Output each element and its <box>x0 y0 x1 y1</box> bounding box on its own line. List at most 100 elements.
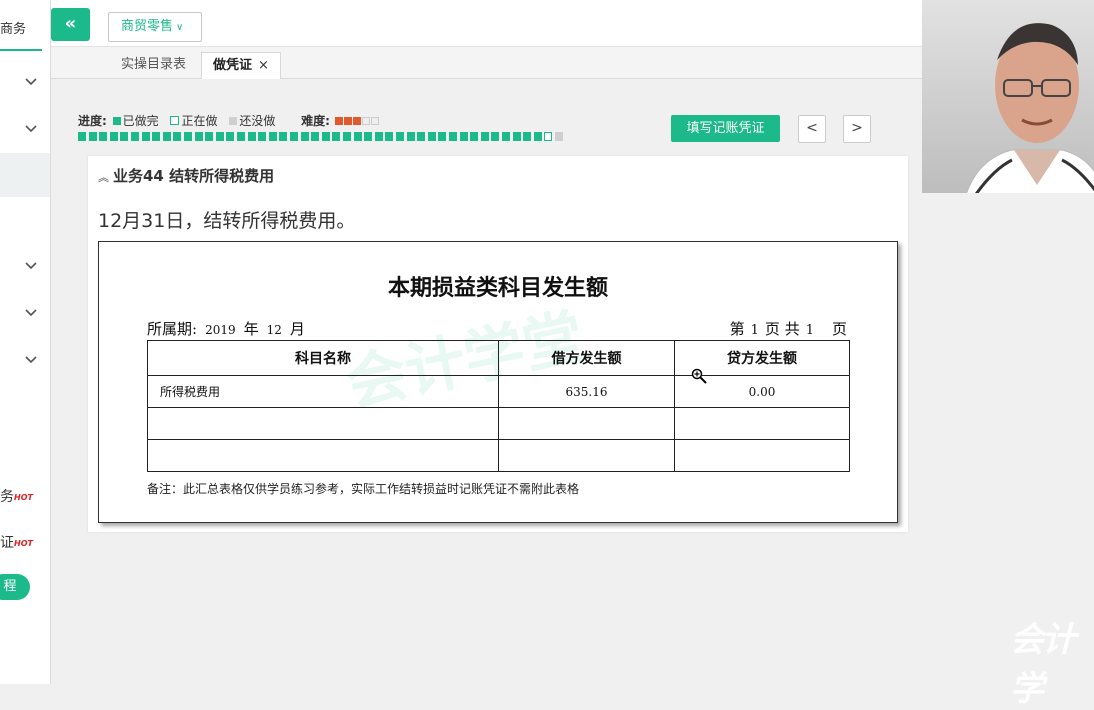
progress-cell[interactable] <box>311 132 320 141</box>
progress-cell[interactable] <box>491 132 500 141</box>
tab-catalog[interactable]: 实操目录表 <box>121 52 186 78</box>
prev-button[interactable]: < <box>798 115 826 143</box>
sidebar-item-hot-1[interactable]: 务HOT <box>0 486 33 506</box>
period-month: 12 <box>266 323 282 337</box>
table-header-row: 科目名称 借方发生额 贷方发生额 <box>147 340 850 376</box>
progress-cell[interactable] <box>141 132 150 141</box>
account-name-cell <box>147 439 499 472</box>
webcam-overlay <box>922 0 1094 193</box>
progress-cell[interactable] <box>120 132 129 141</box>
progress-cell[interactable] <box>152 132 161 141</box>
business-type-select[interactable]: 商贸零售 ∨ <box>108 12 202 42</box>
progress-cell[interactable] <box>88 132 97 141</box>
task-header[interactable]: ︽ 业务44 结转所得税费用 <box>98 165 274 186</box>
credit-cell <box>674 439 850 472</box>
chevron-down-icon[interactable] <box>23 305 39 321</box>
tab-label: 做凭证 <box>213 58 253 73</box>
presenter-image <box>966 23 1094 193</box>
sidebar-item-label: 务 <box>0 489 14 505</box>
progress-cell[interactable] <box>523 132 532 141</box>
progress-cell[interactable] <box>417 132 426 141</box>
close-icon[interactable]: × <box>258 58 269 73</box>
chevron-down-icon[interactable] <box>23 74 39 90</box>
legend-todo: 还没做 <box>239 114 276 128</box>
tab-strip: 实操目录表 做凭证 × <box>51 47 922 79</box>
progress-cell[interactable] <box>480 132 489 141</box>
progress-cell[interactable] <box>268 132 277 141</box>
progress-cell[interactable] <box>343 132 351 141</box>
progress-cell[interactable] <box>533 132 542 141</box>
todo-legend-icon <box>229 116 238 125</box>
progress-cell[interactable] <box>99 132 108 141</box>
progress-cell[interactable] <box>438 132 447 141</box>
progress-cell[interactable] <box>321 132 330 141</box>
difficulty-stars <box>334 114 379 128</box>
next-button[interactable]: > <box>843 115 871 143</box>
account-name-cell: 所得税费用 <box>147 375 499 408</box>
progress-cell[interactable] <box>374 132 383 141</box>
progress-cell[interactable] <box>247 132 256 141</box>
document-period: 所属期: 2019 年 12 月 <box>147 318 305 339</box>
difficulty-label: 难度: <box>301 114 330 128</box>
chevron-down-icon: ∨ <box>176 22 184 33</box>
progress-cell[interactable] <box>459 132 468 141</box>
progress-cell[interactable] <box>109 132 118 141</box>
debit-cell <box>498 407 675 440</box>
progress-cell[interactable] <box>332 132 341 141</box>
done-legend-icon <box>112 116 121 125</box>
difficulty-star-icon <box>352 116 361 125</box>
progress-cell[interactable] <box>173 132 182 141</box>
sidebar-item-label: 证 <box>0 535 14 551</box>
progress-cell[interactable] <box>184 132 192 141</box>
progress-cell[interactable] <box>194 132 203 141</box>
progress-cell[interactable] <box>449 132 457 141</box>
progress-cell[interactable] <box>470 132 479 141</box>
page-mid: 页 共 <box>764 320 800 338</box>
progress-cell[interactable] <box>300 132 309 141</box>
progress-cell[interactable] <box>131 132 139 141</box>
account-name-cell <box>147 407 499 440</box>
progress-cell[interactable] <box>512 132 521 141</box>
debit-cell: 635.16 <box>498 375 675 408</box>
progress-cell[interactable] <box>555 132 563 141</box>
progress-cell[interactable] <box>78 132 86 141</box>
sidebar-active-item[interactable] <box>0 153 50 197</box>
fill-voucher-button[interactable]: 填写记账凭证 <box>671 115 780 142</box>
progress-cell[interactable] <box>385 132 394 141</box>
progress-cell[interactable] <box>502 132 510 141</box>
difficulty-star-icon <box>361 116 370 125</box>
progress-cell[interactable] <box>290 132 298 141</box>
hot-badge: HOT <box>14 492 33 502</box>
sidebar-item-hot-2[interactable]: 证HOT <box>0 532 33 552</box>
progress-cell[interactable] <box>406 132 415 141</box>
top-bar: « 商贸零售 ∨ <box>51 0 922 47</box>
chevron-down-icon[interactable] <box>23 121 39 137</box>
progress-cell[interactable] <box>215 132 224 141</box>
document-page-info: 第1页 共1页 <box>730 318 847 339</box>
page-suffix: 页 <box>831 320 847 338</box>
collapse-sidebar-button[interactable]: « <box>51 8 90 41</box>
sidebar-title: 商务 <box>0 22 27 37</box>
tab-voucher[interactable]: 做凭证 × <box>201 52 281 79</box>
chevron-down-icon[interactable] <box>23 352 39 368</box>
chevron-down-icon[interactable] <box>23 258 39 274</box>
progress-cell[interactable] <box>258 132 267 141</box>
progress-cell[interactable] <box>427 132 436 141</box>
account-table: 科目名称 借方发生额 贷方发生额 所得税费用 635.16 0.00 <box>147 340 850 472</box>
corner-watermark-logo: 会计学 <box>1010 620 1076 709</box>
progress-cell[interactable] <box>364 132 373 141</box>
progress-cell[interactable] <box>353 132 362 141</box>
progress-cell[interactable] <box>162 132 171 141</box>
progress-cell[interactable] <box>544 132 553 141</box>
progress-cell[interactable] <box>205 132 214 141</box>
sidebar-pill-button[interactable]: 程 <box>0 574 30 600</box>
document-note: 备注：此汇总表格仅供学员练习参考，实际工作结转损益时记账凭证不需附此表格 <box>147 482 580 496</box>
progress-cell[interactable] <box>279 132 288 141</box>
progress-cell[interactable] <box>226 132 235 141</box>
progress-legend: 进度: 已做完 正在做 还没做 难度: <box>78 112 379 129</box>
left-sidebar: 商务 务HOT 证HOT 程 <box>0 0 51 684</box>
progress-cell[interactable] <box>237 132 245 141</box>
progress-cell[interactable] <box>396 132 404 141</box>
collapse-icon: ︽ <box>98 171 109 184</box>
zoom-in-cursor-icon <box>691 368 707 384</box>
